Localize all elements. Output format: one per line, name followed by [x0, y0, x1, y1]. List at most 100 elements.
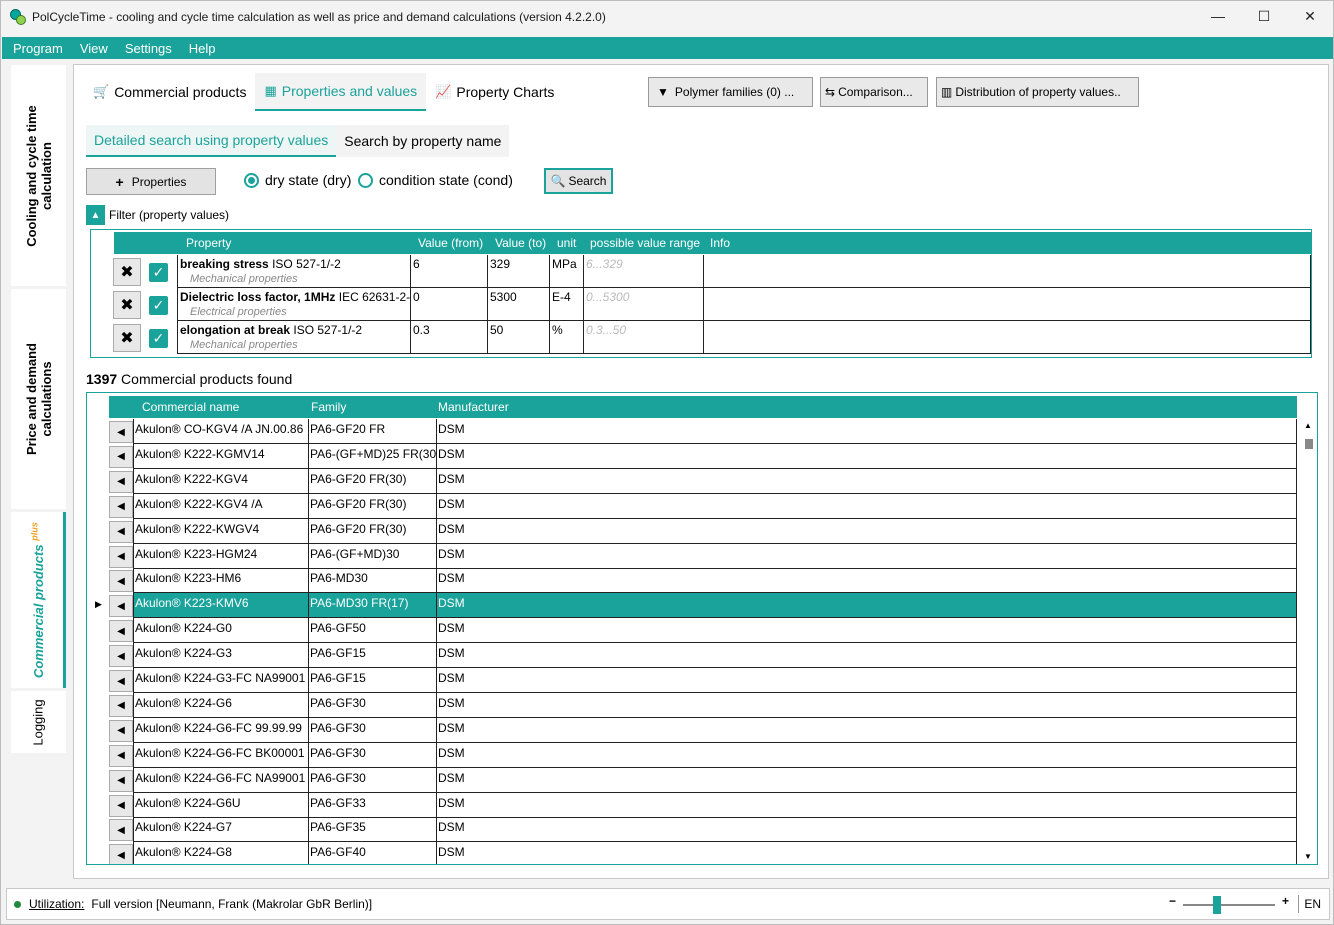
filter-unit: MPa [549, 255, 583, 288]
table-row[interactable]: ◀ Akulon® K223-HGM24 PA6-(GF+MD)30 DSM [87, 543, 1297, 569]
side-tab-cooling[interactable]: Cooling and cycle time calculation [11, 65, 66, 286]
col-unit: unit [557, 236, 577, 250]
open-product-icon[interactable]: ◀ [109, 844, 133, 864]
col-property: Property [186, 236, 232, 250]
collapse-toggle-icon[interactable]: ▲ [86, 205, 105, 225]
open-product-icon[interactable]: ◀ [109, 819, 133, 842]
open-product-icon[interactable]: ◀ [109, 445, 133, 468]
col-value-range: possible value range [590, 236, 701, 250]
comparison-label: Comparison... [838, 85, 913, 99]
open-product-icon[interactable]: ◀ [109, 570, 133, 593]
tab-property-charts[interactable]: 📈 Property Charts [426, 73, 564, 111]
results-grid: Commercial name Family Manufacturer ◀ Aku… [86, 392, 1318, 865]
enable-filter-checkbox[interactable]: ✓ [149, 329, 168, 348]
zoom-slider[interactable]: − + [1169, 894, 1289, 914]
open-product-icon[interactable]: ◀ [109, 769, 133, 792]
open-product-icon[interactable]: ◀ [109, 620, 133, 643]
filter-property-cell[interactable]: breaking stress ISO 527-1/-2 Mechanical p… [177, 255, 410, 288]
cell-family: PA6-GF30 [308, 692, 436, 718]
close-button[interactable]: ✕ [1287, 1, 1333, 31]
language-indicator[interactable]: EN [1304, 897, 1321, 911]
open-product-icon[interactable]: ◀ [109, 670, 133, 692]
zoom-out-icon[interactable]: − [1169, 894, 1176, 908]
table-row[interactable]: ◀ Akulon® K224-G8 PA6-GF40 DSM [87, 842, 1297, 864]
menu-settings[interactable]: Settings [114, 41, 180, 56]
open-product-icon[interactable]: ◀ [109, 495, 133, 518]
cell-family: PA6-(GF+MD)25 FR(30) [308, 443, 436, 469]
subtab-search-by-name[interactable]: Search by property name [336, 125, 510, 157]
scroll-down-icon[interactable]: ▼ [1304, 852, 1312, 861]
distribution-button[interactable]: ▥ Distribution of property values.. [936, 77, 1139, 107]
radio-condition-state[interactable]: condition state (cond) [358, 172, 513, 188]
table-row[interactable]: ◀ Akulon® K224-G6-FC 99.99.99 PA6-GF30 DSM [87, 717, 1297, 743]
tab-properties-and-values[interactable]: ▦ Properties and values [255, 73, 427, 111]
tab-commercial-products[interactable]: 🛒 Commercial products [84, 73, 256, 111]
open-product-icon[interactable]: ◀ [109, 470, 133, 493]
zoom-in-icon[interactable]: + [1282, 894, 1289, 908]
cell-manufacturer: DSM [436, 493, 1297, 519]
remove-filter-icon[interactable]: ✖ [113, 258, 141, 286]
open-product-icon[interactable]: ◀ [109, 545, 133, 568]
comparison-button[interactable]: ⇆ Comparison... [820, 77, 928, 107]
open-product-icon[interactable]: ◀ [109, 719, 133, 742]
filter-value-from[interactable]: 6 [410, 255, 487, 288]
scroll-up-icon[interactable]: ▲ [1304, 421, 1312, 430]
filter-property-cell[interactable]: elongation at break ISO 527-1/-2 Mechanic… [177, 321, 410, 354]
open-product-icon[interactable]: ◀ [109, 794, 133, 817]
open-product-icon[interactable]: ◀ [109, 744, 133, 767]
open-product-icon[interactable]: ◀ [109, 421, 133, 443]
table-row[interactable]: ◀ Akulon® K224-G3 PA6-GF15 DSM [87, 643, 1297, 669]
subtab-detailed-search[interactable]: Detailed search using property values [86, 125, 337, 157]
filter-value-from[interactable]: 0.3 [410, 321, 487, 354]
table-row[interactable]: ◀ Akulon® CO-KGV4 /A JN.00.86 PA6-GF20 FR D… [87, 419, 1297, 444]
cell-commercial-name: Akulon® CO-KGV4 /A JN.00.86 [133, 419, 308, 444]
table-row[interactable]: ◀ Akulon® K222-KWGV4 PA6-GF20 FR(30) DSM [87, 518, 1297, 544]
results-scrollbar[interactable]: ▲ ▼ [1302, 421, 1316, 861]
open-product-icon[interactable]: ◀ [109, 694, 133, 717]
table-row[interactable]: ◀ Akulon® K224-G7 PA6-GF35 DSM [87, 817, 1297, 843]
table-row[interactable]: ◀ Akulon® K224-G6U PA6-GF33 DSM [87, 792, 1297, 818]
radio-dry-state[interactable]: dry state (dry) [244, 172, 351, 188]
minimize-button[interactable]: — [1195, 1, 1241, 31]
open-product-icon[interactable]: ◀ [109, 520, 133, 543]
utilization-link[interactable]: Utilization: [29, 897, 84, 911]
scrollbar-thumb[interactable] [1305, 439, 1313, 449]
filter-value-to[interactable]: 50 [487, 321, 549, 354]
cell-commercial-name: Akulon® K224-G0 [133, 618, 308, 644]
search-button-label: Search [568, 174, 607, 188]
menu-program[interactable]: Program [2, 41, 71, 56]
table-row[interactable]: ◀ Akulon® K222-KGMV14 PA6-(GF+MD)25 FR(30)… [87, 443, 1297, 469]
filter-grid: Property Value (from) Value (to) unit po… [90, 229, 1312, 358]
zoom-track [1183, 904, 1275, 906]
table-row[interactable]: ◀ Akulon® K223-HM6 PA6-MD30 DSM [87, 568, 1297, 594]
table-row[interactable]: ◀ Akulon® K224-G6-FC NA99001 PA6-GF30 DSM [87, 767, 1297, 793]
remove-filter-icon[interactable]: ✖ [113, 324, 141, 352]
search-button[interactable]: 🔍 Search [544, 168, 613, 194]
table-row[interactable]: ◀ Akulon® K224-G6 PA6-GF30 DSM [87, 692, 1297, 718]
filter-value-to[interactable]: 5300 [487, 288, 549, 321]
menu-help[interactable]: Help [178, 41, 224, 56]
maximize-button[interactable]: ☐ [1241, 1, 1287, 31]
enable-filter-checkbox[interactable]: ✓ [149, 296, 168, 315]
properties-button[interactable]: + Properties [86, 168, 216, 195]
polymer-families-button[interactable]: ▼ Polymer families (0) ... [648, 77, 813, 107]
table-row[interactable]: ◀ Akulon® K224-G3-FC NA99001 PA6-GF15 DSM [87, 668, 1297, 693]
side-tab-commercial-products[interactable]: Commercial products plus [11, 512, 66, 688]
filter-value-to[interactable]: 329 [487, 255, 549, 288]
filter-property-cell[interactable]: Dielectric loss factor, 1MHz IEC 62631-2… [177, 288, 410, 321]
open-product-icon[interactable]: ◀ [109, 645, 133, 668]
filter-value-from[interactable]: 0 [410, 288, 487, 321]
table-row[interactable]: ◀ Akulon® K224-G0 PA6-GF50 DSM [87, 618, 1297, 644]
zoom-thumb[interactable] [1213, 896, 1221, 914]
menu-view[interactable]: View [69, 41, 116, 56]
side-tab-price[interactable]: Price and demand calculations [11, 289, 66, 509]
open-product-icon[interactable]: ◀ [109, 595, 133, 618]
enable-filter-checkbox[interactable]: ✓ [149, 263, 168, 282]
cell-commercial-name: Akulon® K224-G6-FC NA99001 [133, 767, 308, 793]
table-row[interactable]: ◀ Akulon® K222-KGV4 /A PA6-GF20 FR(30) DSM [87, 493, 1297, 519]
table-row[interactable]: ▶ ◀ Akulon® K223-KMV6 PA6-MD30 FR(17) DSM [87, 593, 1297, 619]
table-row[interactable]: ◀ Akulon® K222-KGV4 PA6-GF20 FR(30) DSM [87, 468, 1297, 494]
table-row[interactable]: ◀ Akulon® K224-G6-FC BK00001 PA6-GF30 DSM [87, 742, 1297, 768]
remove-filter-icon[interactable]: ✖ [113, 291, 141, 319]
side-tab-logging[interactable]: Logging [11, 691, 66, 753]
